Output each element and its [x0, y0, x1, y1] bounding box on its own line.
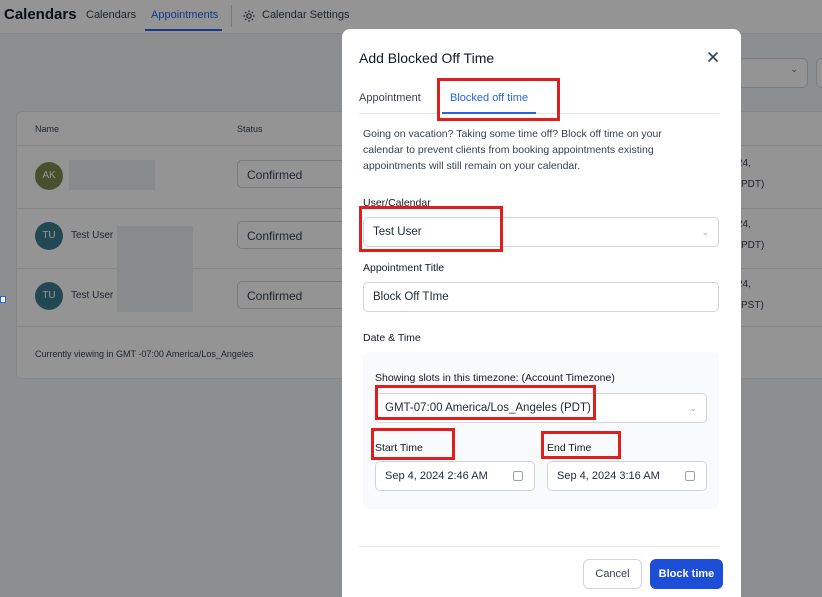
blocked-time-description: Going on vacation? Taking some time off?…	[363, 128, 662, 172]
block-time-button[interactable]: Block time	[650, 559, 723, 589]
start-time-value: Sep 4, 2024 2:46 AM	[385, 470, 488, 482]
timezone-select[interactable]: GMT-07:00 America/Los_Angeles (PDT) ⌄	[375, 393, 707, 423]
start-time-input[interactable]: Sep 4, 2024 2:46 AM	[375, 461, 535, 491]
edge-marker	[0, 296, 6, 303]
user-calendar-value: Test User	[373, 226, 422, 238]
appointment-title-value: Block Off TIme	[373, 291, 449, 303]
timezone-value: GMT-07:00 America/Los_Angeles (PDT)	[385, 402, 591, 414]
end-time-value: Sep 4, 2024 3:16 AM	[557, 470, 660, 482]
user-calendar-label: User/Calendar	[363, 197, 431, 209]
tab-bar-divider	[359, 113, 719, 114]
calendar-icon[interactable]	[513, 471, 523, 481]
start-time-label: Start Time	[375, 442, 423, 454]
chevron-down-icon: ⌄	[689, 403, 697, 413]
end-time-input[interactable]: Sep 4, 2024 3:16 AM	[547, 461, 707, 491]
tab-appointment[interactable]: Appointment	[359, 92, 421, 104]
date-time-label: Date & Time	[363, 332, 421, 344]
tab-blocked-off-time[interactable]: Blocked off time	[450, 92, 528, 104]
active-tab-indicator	[442, 112, 536, 114]
close-icon[interactable]	[706, 50, 720, 64]
footer-divider	[359, 546, 719, 547]
timezone-label: Showing slots in this timezone: (Account…	[375, 372, 615, 384]
user-calendar-select[interactable]: Test User ⌄	[363, 217, 719, 247]
cancel-button[interactable]: Cancel	[583, 559, 642, 589]
end-time-label: End Time	[547, 442, 592, 454]
chevron-down-icon: ⌄	[701, 227, 709, 237]
calendar-icon[interactable]	[685, 471, 695, 481]
modal-title: Add Blocked Off Time	[359, 50, 495, 66]
date-time-panel: Showing slots in this timezone: (Account…	[363, 352, 719, 509]
add-blocked-off-time-modal: Add Blocked Off Time Appointment Blocked…	[342, 29, 741, 597]
appointment-title-label: Appointment Title	[363, 262, 445, 274]
appointment-title-input[interactable]: Block Off TIme	[363, 282, 719, 312]
